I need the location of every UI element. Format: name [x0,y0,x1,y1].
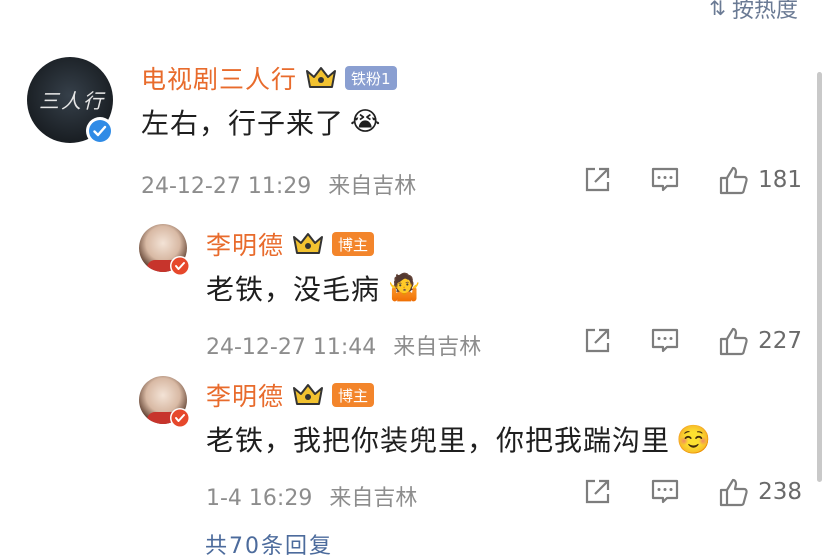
reply-button[interactable] [650,326,680,356]
reply-button[interactable] [650,477,680,507]
like-count: 227 [758,328,802,354]
sort-button[interactable]: ⇅ 按热度 [709,0,798,24]
like-count: 181 [758,167,802,193]
comment-actions: 181 [582,164,802,196]
thumbs-up-icon [719,327,748,356]
comment-date: 24-12-27 11:44 [206,335,377,360]
crown-icon [293,384,324,405]
share-icon [585,328,610,353]
comment-date: 1-4 16:29 [206,486,313,511]
comment-text: 左右，行子来了 [141,107,345,140]
comment-text-row: 老铁，没毛病 🤷 [206,268,421,308]
fan-badge: 铁粉1 [345,66,397,90]
like-button[interactable]: 227 [718,325,802,357]
verified-icon [86,117,114,145]
thumbs-up-icon [719,166,748,195]
more-replies-link[interactable]: 共70条回复 [205,528,333,560]
comment-text: 老铁，没毛病 [206,273,381,306]
comment-actions: 238 [582,476,802,508]
author-name[interactable]: 李明德 [206,377,284,413]
share-button[interactable] [582,165,612,195]
comment-actions: 227 [582,325,802,357]
verified-icon [170,408,190,428]
like-button[interactable]: 238 [718,476,802,508]
smile-emoji-icon: ☺️ [676,422,712,456]
sort-label: 按热度 [731,0,798,23]
scrollbar[interactable] [817,72,822,482]
crown-icon [293,233,324,254]
author-row: 电视剧三人行 铁粉1 [141,60,397,96]
author-name[interactable]: 李明德 [206,226,284,262]
comment-meta: 24-12-27 11:29 来自吉林 [141,168,416,200]
comment-icon [651,328,679,353]
avatar-logo-text: 三人行 [39,89,105,113]
comment-icon [651,479,679,504]
verified-icon [170,256,190,276]
comment-icon [651,167,679,192]
comment-text-row: 左右，行子来了 😭 [141,102,381,142]
sort-icon: ⇅ [709,0,726,20]
author-row: 李明德 博主 [206,226,375,262]
shrug-emoji-icon: 🤷 [388,273,422,303]
comment-meta: 1-4 16:29 来自吉林 [206,480,417,512]
share-icon [585,479,610,504]
comment-location: 来自吉林 [393,335,482,360]
like-count: 238 [758,479,802,505]
author-name[interactable]: 电视剧三人行 [141,60,297,96]
share-button[interactable] [582,326,612,356]
host-badge: 博主 [332,232,375,256]
author-row: 李明德 博主 [206,377,375,413]
share-button[interactable] [582,477,612,507]
reply-button[interactable] [650,165,680,195]
comment-text-row: 老铁，我把你装兜里，你把我踹沟里 ☺️ [206,419,712,459]
comment-location: 来自吉林 [328,174,417,199]
like-button[interactable]: 181 [718,164,802,196]
crying-emoji-icon: 😭 [350,107,382,137]
host-badge: 博主 [332,383,375,407]
comment-meta: 24-12-27 11:44 来自吉林 [206,329,481,361]
crown-icon [306,67,337,88]
comment-date: 24-12-27 11:29 [141,174,312,199]
thumbs-up-icon [719,478,748,507]
comment-text: 老铁，我把你装兜里，你把我踹沟里 [206,424,671,457]
share-icon [585,167,610,192]
comment-location: 来自吉林 [329,486,418,511]
